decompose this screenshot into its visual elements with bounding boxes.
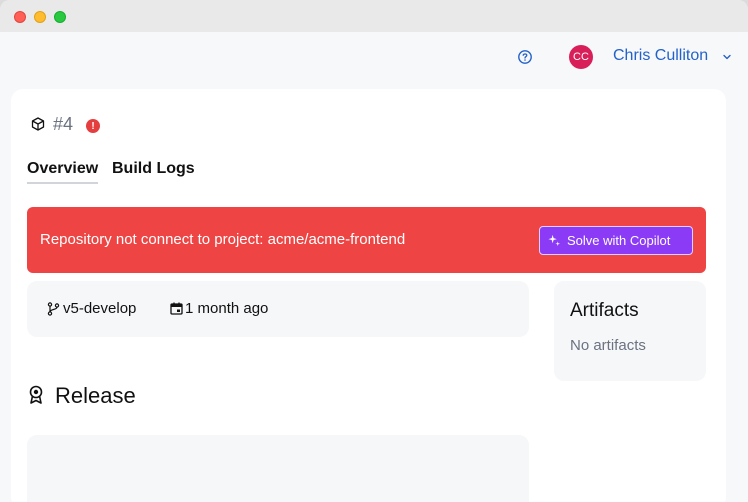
tab-build-logs[interactable]: Build Logs: [112, 160, 195, 178]
user-menu-name[interactable]: Chris Culliton: [613, 47, 708, 65]
minimize-window-button[interactable]: [34, 11, 46, 23]
artifacts-title: Artifacts: [570, 300, 639, 321]
chevron-down-icon[interactable]: [722, 52, 732, 62]
title-bar: [0, 0, 748, 32]
artifacts-panel: Artifacts No artifacts: [554, 281, 706, 381]
build-meta-panel: v5-develop 1 month ago: [27, 281, 529, 337]
copilot-button-label: Solve with Copilot: [567, 233, 671, 248]
maximize-window-button[interactable]: [54, 11, 66, 23]
alert-message: Repository not connect to project: acme/…: [40, 231, 406, 248]
artifacts-empty-text: No artifacts: [570, 337, 646, 354]
solve-with-copilot-button[interactable]: Solve with Copilot: [539, 226, 693, 255]
award-icon: [29, 385, 43, 404]
release-title: Release: [55, 383, 136, 408]
package-icon: [31, 117, 45, 131]
avatar[interactable]: CC: [569, 45, 593, 69]
release-panel: [27, 435, 529, 502]
build-detail-card: #4 ! Overview Build Logs Repository not …: [11, 89, 726, 502]
app-window: CC Chris Culliton #4 ! Overview Build Lo…: [0, 0, 748, 502]
top-header: CC Chris Culliton: [0, 32, 748, 84]
build-time-ago: 1 month ago: [185, 300, 269, 317]
error-alert: Repository not connect to project: acme/…: [27, 207, 706, 273]
sparkle-icon: [548, 234, 561, 247]
calendar-icon: [170, 302, 183, 315]
error-status-badge: !: [86, 119, 100, 133]
close-window-button[interactable]: [14, 11, 26, 23]
help-icon[interactable]: [517, 49, 533, 65]
branch-name: v5-develop: [63, 300, 137, 317]
build-number: #4: [53, 114, 74, 134]
branch-icon: [47, 302, 60, 316]
tab-overview[interactable]: Overview: [27, 160, 99, 184]
